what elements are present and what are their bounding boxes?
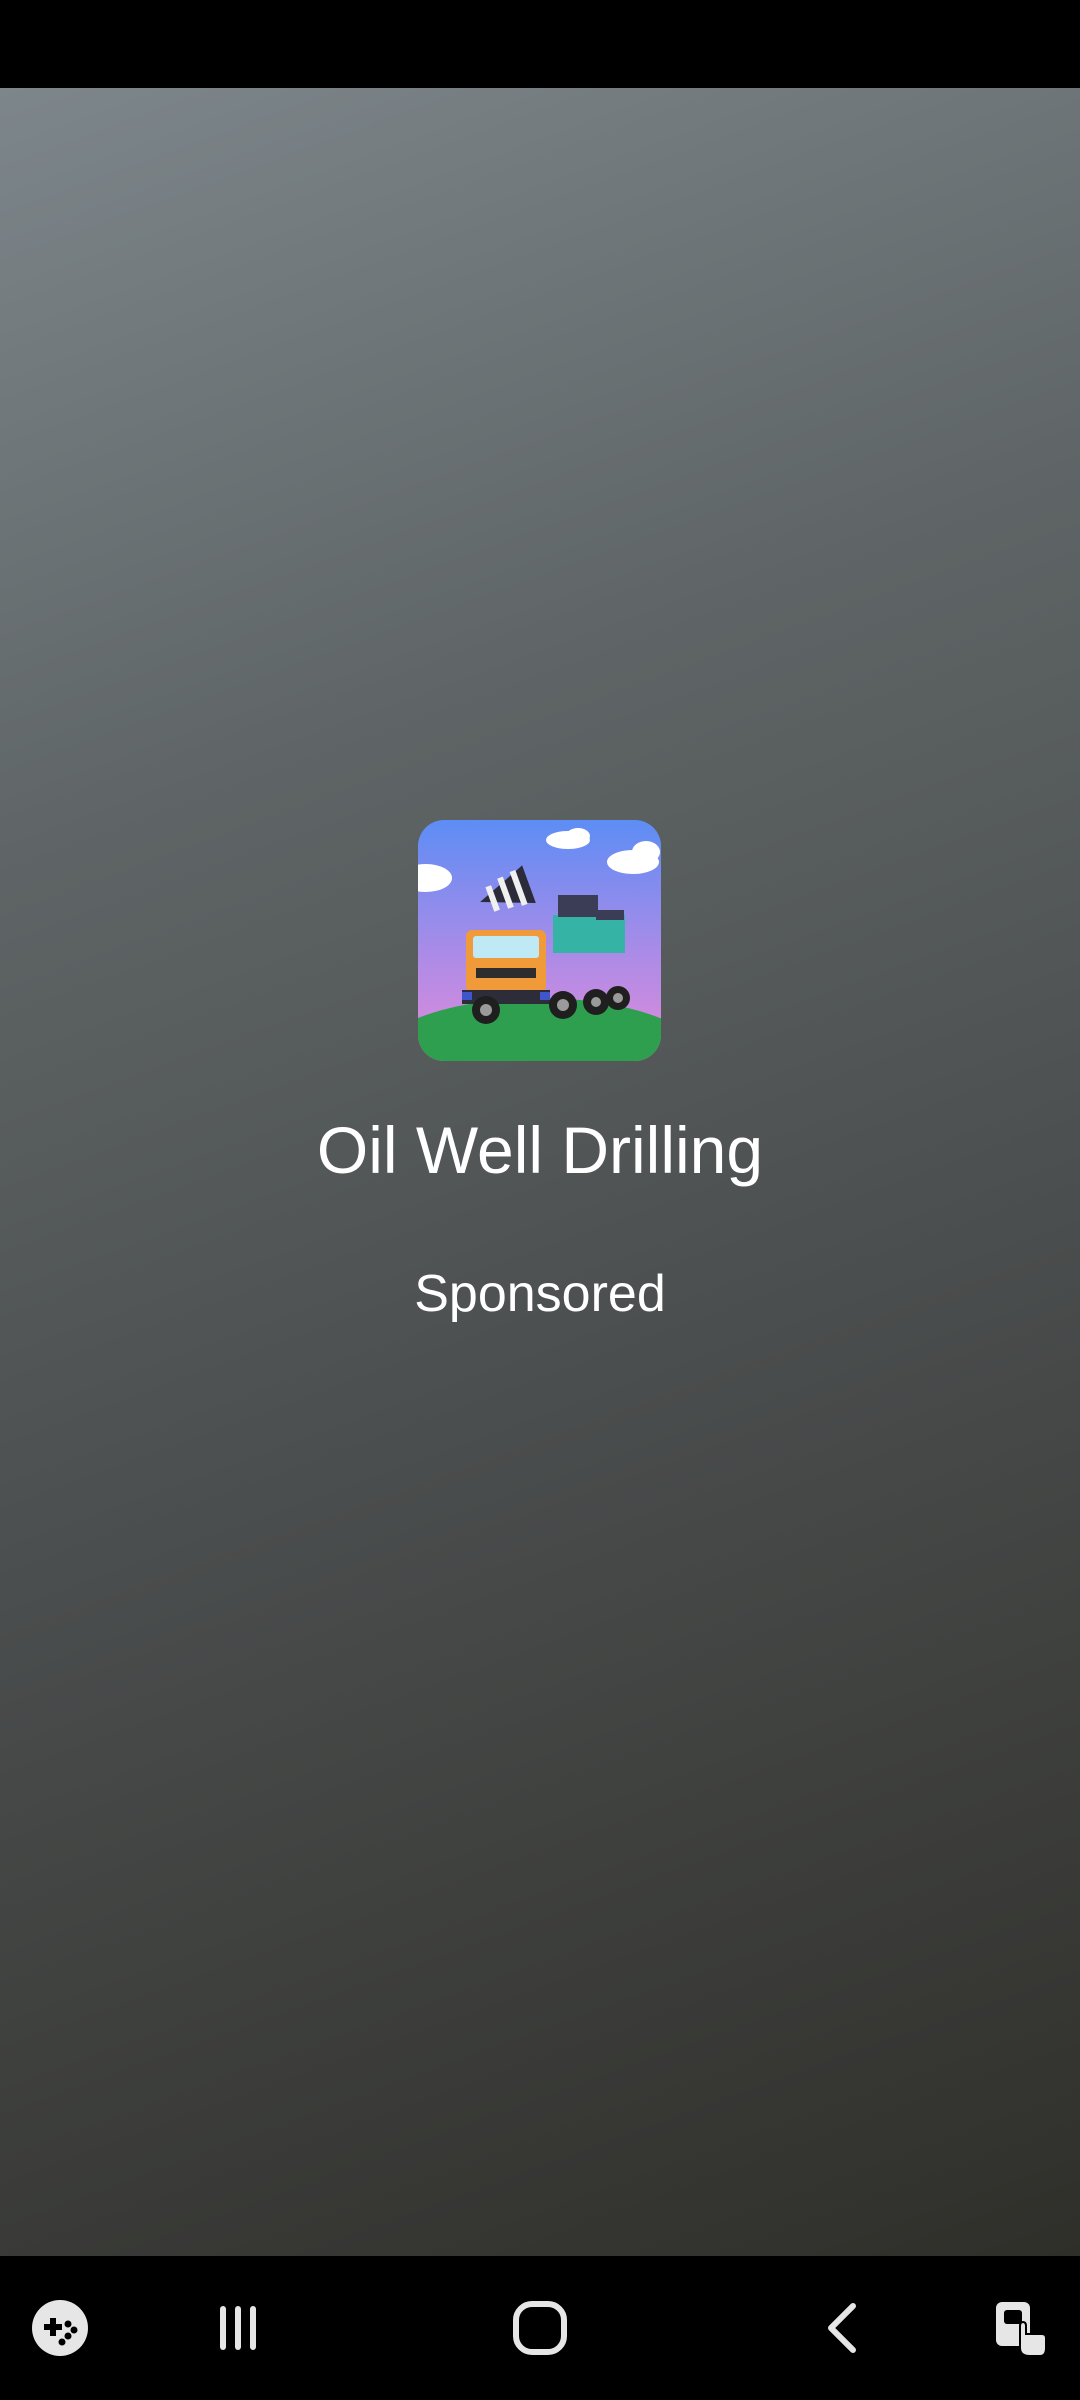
home-icon[interactable] xyxy=(500,2256,580,2400)
navigation-bar xyxy=(0,2256,1080,2400)
sponsored-label: Sponsored xyxy=(414,1265,666,1323)
game-tools-icon[interactable] xyxy=(20,2256,100,2400)
accessibility-touch-icon[interactable] xyxy=(980,2256,1060,2400)
app-title: Oil Well Drilling xyxy=(316,1113,764,1187)
oil-drilling-truck-app-icon[interactable] xyxy=(418,820,661,1061)
back-icon[interactable] xyxy=(802,2256,882,2400)
status-bar xyxy=(0,0,1080,88)
recent-apps-icon[interactable] xyxy=(198,2256,278,2400)
